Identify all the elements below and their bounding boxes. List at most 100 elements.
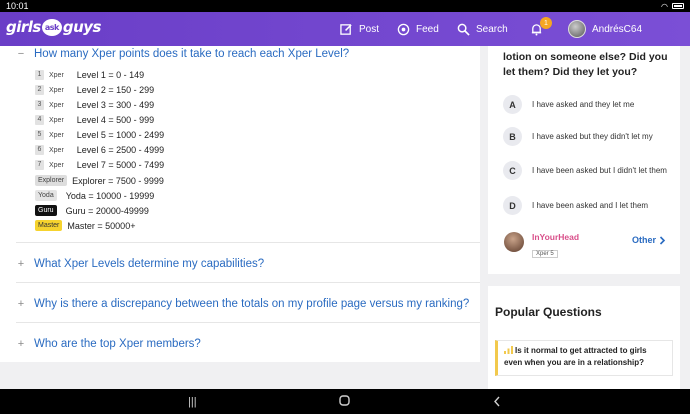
notification-badge: 1 xyxy=(540,17,552,29)
poll-author[interactable]: InYourHead Xper 5 xyxy=(504,232,579,260)
option-text: I have asked and they let me xyxy=(532,100,635,109)
popular-question-item[interactable]: Is it normal to get attracted to girls e… xyxy=(495,340,673,376)
faq-question-text[interactable]: How many Xper points does it take to rea… xyxy=(34,48,349,60)
level-text: Level 6 = 2500 - 4999 xyxy=(76,145,165,155)
level-row: 2 Xper Level 2 = 150 - 299 xyxy=(35,85,154,95)
explorer-badge: Explorer xyxy=(35,175,68,186)
level-row: 3 Xper Level 3 = 300 - 499 xyxy=(35,100,154,110)
level-text: Level 7 = 5000 - 7499 xyxy=(76,160,165,170)
search-button[interactable]: Search xyxy=(457,12,508,46)
feed-label: Feed xyxy=(416,23,439,35)
popular-question-text: Is it normal to get attracted to girls e… xyxy=(504,346,647,367)
level-number: 2 xyxy=(35,85,44,95)
trending-bars-icon xyxy=(504,346,513,354)
level-text: Level 3 = 300 - 499 xyxy=(76,100,155,110)
search-label: Search xyxy=(476,23,508,35)
level-row-special: Yoda Yoda = 10000 - 19999 xyxy=(35,190,154,201)
faq-question-collapsed[interactable]: + What Xper Levels determine my capabili… xyxy=(16,258,480,270)
avatar xyxy=(568,20,586,38)
poll-option-a[interactable]: A I have asked and they let me xyxy=(503,95,678,114)
faq-question-collapsed[interactable]: + Why is there a discrepancy between the… xyxy=(16,298,480,310)
poll-question[interactable]: lotion on someone else? Did you let them… xyxy=(503,50,675,80)
level-row: 6 Xper Level 6 = 2500 - 4999 xyxy=(35,145,164,155)
edit-icon xyxy=(340,23,352,35)
expand-icon[interactable]: + xyxy=(16,338,26,350)
level-number: 6 xyxy=(35,145,44,155)
status-icons: ◠ xyxy=(661,2,684,11)
author-avatar[interactable] xyxy=(504,232,524,252)
level-text: Level 4 = 500 - 999 xyxy=(76,115,155,125)
logo-text-mid: ask xyxy=(41,18,62,36)
home-icon[interactable] xyxy=(339,395,350,409)
level-text: Master = 50000+ xyxy=(67,220,136,231)
faq-question-open[interactable]: − How many Xper points does it take to r… xyxy=(16,48,480,60)
notifications-button[interactable] xyxy=(530,12,543,46)
level-row-special: Guru Guru = 20000-49999 xyxy=(35,205,149,216)
option-text: I have been asked but I didn't let them xyxy=(532,166,667,175)
level-text: Yoda = 10000 - 19999 xyxy=(65,190,155,201)
author-xper-tag: Xper xyxy=(536,251,549,257)
top-nav-bar: girls ask guys Post Feed Search 1 Andrés… xyxy=(0,12,690,46)
feed-button[interactable]: Feed xyxy=(397,12,439,46)
level-tag: Xper xyxy=(49,71,64,79)
level-row-special: Master Master = 50000+ xyxy=(35,220,135,231)
option-text: I have asked but they didn't let my xyxy=(532,132,653,141)
level-number: 3 xyxy=(35,100,44,110)
option-text: I have been asked and I let them xyxy=(532,201,649,210)
faq-panel: − How many Xper points does it take to r… xyxy=(0,46,480,362)
expand-icon[interactable]: + xyxy=(16,298,26,310)
username: AndrésC64 xyxy=(592,23,643,35)
author-xper-badge: Xper 5 xyxy=(532,250,558,258)
option-letter: B xyxy=(503,127,522,146)
poll-option-b[interactable]: B I have asked but they didn't let my xyxy=(503,127,678,146)
level-tag: Xper xyxy=(49,131,64,139)
level-text: Level 2 = 150 - 299 xyxy=(76,85,155,95)
site-logo[interactable]: girls ask guys xyxy=(6,18,101,36)
back-icon[interactable] xyxy=(493,396,501,410)
level-tag: Xper xyxy=(49,161,64,169)
logo-text-right: guys xyxy=(62,18,102,36)
level-row: 7 Xper Level 7 = 5000 - 7499 xyxy=(35,160,164,170)
author-xper-level: 5 xyxy=(550,251,554,257)
level-tag: Xper xyxy=(49,101,64,109)
level-tag: Xper xyxy=(49,116,64,124)
level-row: 4 Xper Level 4 = 500 - 999 xyxy=(35,115,154,125)
level-text: Explorer = 7500 - 9999 xyxy=(72,175,164,186)
level-tag: Xper xyxy=(49,86,64,94)
post-button[interactable]: Post xyxy=(340,12,379,46)
popular-questions-title: Popular Questions xyxy=(495,305,602,319)
yoda-badge: Yoda xyxy=(35,190,57,201)
level-number: 1 xyxy=(35,70,44,80)
poll-option-c[interactable]: C I have been asked but I didn't let the… xyxy=(503,161,678,180)
level-number: 4 xyxy=(35,115,44,125)
level-row: 5 Xper Level 5 = 1000 - 2499 xyxy=(35,130,164,140)
author-name[interactable]: InYourHead xyxy=(532,232,579,242)
faq-question-text[interactable]: Who are the top Xper members? xyxy=(34,338,201,350)
faq-question-text[interactable]: What Xper Levels determine my capabiliti… xyxy=(34,258,264,270)
profile-menu[interactable]: AndrésC64 xyxy=(568,12,642,46)
poll-option-d[interactable]: D I have been asked and I let them xyxy=(503,196,678,215)
expand-icon[interactable]: + xyxy=(16,258,26,270)
level-row-special: Explorer Explorer = 7500 - 9999 xyxy=(35,175,164,186)
other-label: Other xyxy=(632,235,657,245)
option-letter: C xyxy=(503,161,522,180)
level-text: Guru = 20000-49999 xyxy=(65,205,149,216)
recents-icon[interactable]: ||| xyxy=(188,396,197,408)
divider xyxy=(16,242,480,243)
collapse-icon[interactable]: − xyxy=(16,48,26,60)
wifi-icon: ◠ xyxy=(661,1,668,11)
faq-question-collapsed[interactable]: + Who are the top Xper members? xyxy=(16,338,480,350)
level-text: Level 1 = 0 - 149 xyxy=(76,70,145,80)
post-label: Post xyxy=(359,23,380,35)
level-number: 7 xyxy=(35,160,44,170)
divider xyxy=(16,322,480,323)
level-text: Level 5 = 1000 - 2499 xyxy=(76,130,165,140)
system-nav-bar: ||| xyxy=(0,389,690,414)
faq-question-text[interactable]: Why is there a discrepancy between the t… xyxy=(34,298,469,310)
other-link[interactable]: Other xyxy=(632,235,666,245)
divider xyxy=(16,282,480,283)
level-tag: Xper xyxy=(49,146,64,154)
feed-icon xyxy=(397,23,410,35)
status-bar: 10:01 ◠ xyxy=(0,0,690,12)
battery-icon xyxy=(672,3,684,9)
